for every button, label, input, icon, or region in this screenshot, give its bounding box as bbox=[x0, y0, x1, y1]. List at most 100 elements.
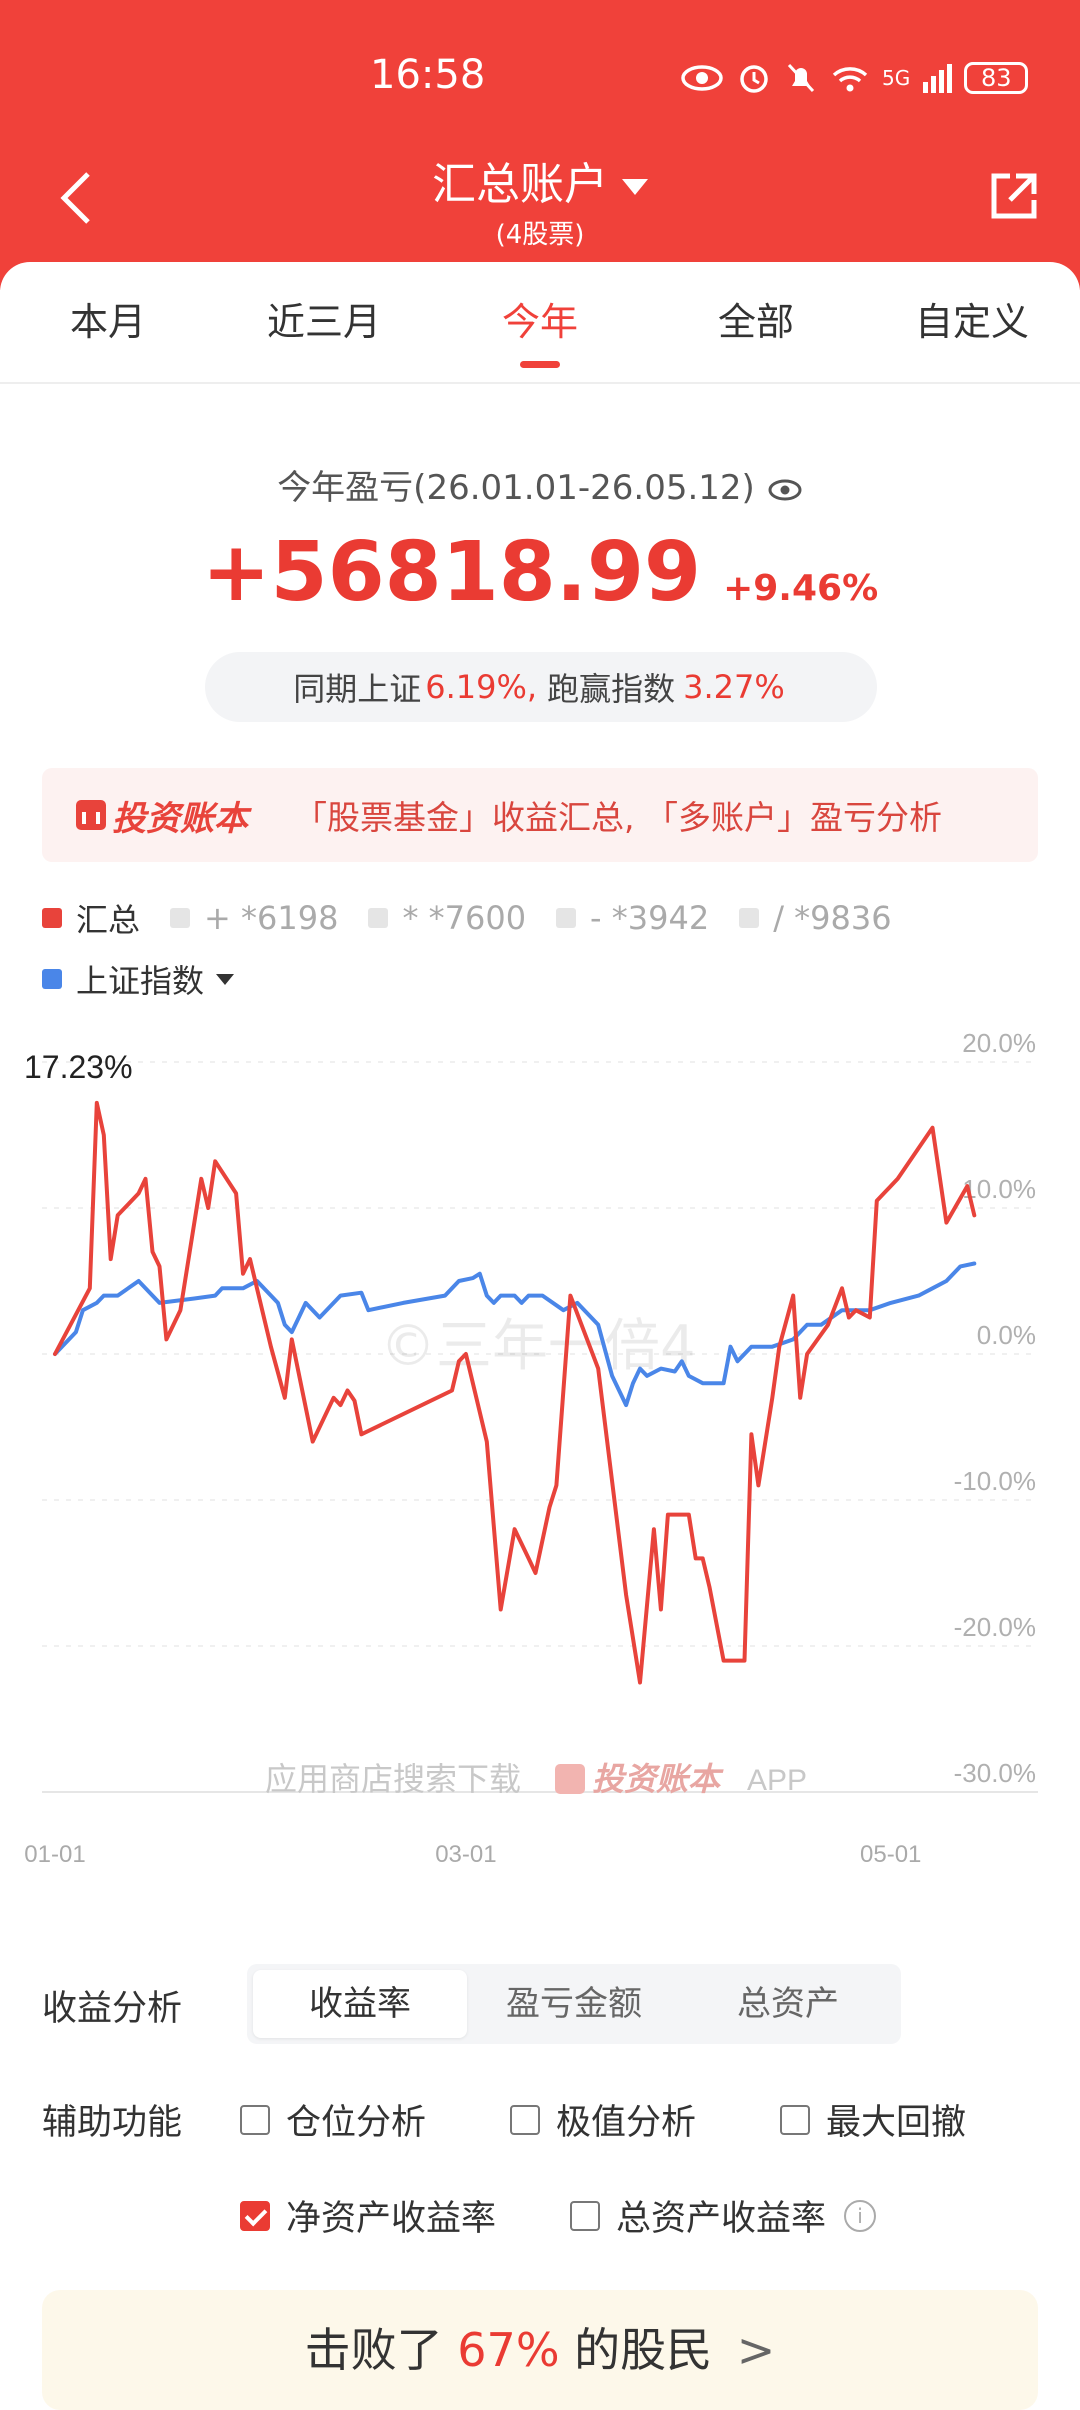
download-suffix-text: APP bbox=[747, 1764, 807, 1797]
tab-all[interactable]: 全部 bbox=[648, 262, 864, 382]
analysis-option-total-assets[interactable]: 总资产 bbox=[681, 1970, 895, 2038]
period-text: 今年盈亏(26.01.01-26.05.12) bbox=[277, 468, 755, 508]
benchmark-compare: 同期上证 6.19%, 跑赢指数 3.27% bbox=[205, 652, 877, 722]
y-tick-label: -20.0% bbox=[954, 1612, 1036, 1642]
checkbox-label: 净资产收益率 bbox=[286, 2199, 497, 2239]
checkbox-box bbox=[240, 2104, 270, 2135]
checkbox-label: 仓位分析 bbox=[286, 2103, 427, 2143]
legend-item-account-3942[interactable]: - *3942 bbox=[556, 899, 709, 937]
download-logo-icon bbox=[555, 1764, 585, 1794]
checkbox-position-analysis[interactable]: 仓位分析 bbox=[240, 2094, 426, 2145]
tab-custom[interactable]: 自定义 bbox=[864, 262, 1080, 382]
checkbox-net-asset-return[interactable]: 净资产收益率 bbox=[240, 2190, 496, 2241]
pnl-summary: +56818.99 +9.46% bbox=[0, 525, 1080, 620]
legend-label: / *9836 bbox=[773, 899, 892, 937]
legend-label: 汇总 bbox=[76, 901, 141, 939]
legend-label: * *7600 bbox=[402, 899, 527, 937]
x-tick-label: 01-01 bbox=[24, 1841, 85, 1868]
y-tick-label: -30.0% bbox=[954, 1758, 1036, 1788]
download-hint-text: 应用商店搜索下载 bbox=[265, 1760, 521, 1798]
beat-percent: 67% bbox=[457, 2323, 560, 2377]
beat-suffix: 的股民 bbox=[574, 2323, 713, 2377]
legend-swatch bbox=[368, 908, 389, 928]
excess-return: 3.27% bbox=[683, 668, 785, 706]
legend-item-account-7600[interactable]: * *7600 bbox=[368, 899, 526, 937]
tab-this-month[interactable]: 本月 bbox=[0, 262, 216, 382]
analysis-label: 收益分析 bbox=[42, 1989, 183, 2029]
checkbox-label: 极值分析 bbox=[556, 2103, 697, 2143]
promo-text: 「股票基金」收益汇总, 「多账户」盈亏分析 bbox=[294, 798, 942, 837]
promo-logo: 投资账本 bbox=[76, 791, 248, 840]
checkbox-max-drawdown[interactable]: 最大回撤 bbox=[780, 2094, 966, 2145]
checkbox-box bbox=[780, 2104, 810, 2135]
logo-icon bbox=[76, 800, 106, 830]
chevron-right-icon: > bbox=[736, 2323, 776, 2377]
aux-label: 辅助功能 bbox=[42, 2103, 183, 2143]
pnl-percent: +9.46% bbox=[723, 568, 879, 609]
legend-swatch bbox=[739, 908, 760, 928]
account-title-text: 汇总账户 bbox=[432, 159, 608, 210]
checkbox-extreme-analysis[interactable]: 极值分析 bbox=[510, 2094, 696, 2145]
status-time: 16:58 bbox=[370, 52, 486, 98]
checkbox-box-checked bbox=[240, 2200, 270, 2231]
index-return: 6.19%, bbox=[425, 668, 538, 706]
share-icon bbox=[991, 173, 1037, 219]
promo-logo-text: 投资账本 bbox=[112, 798, 248, 839]
dropdown-icon bbox=[216, 973, 235, 985]
y-tick-label: 20.0% bbox=[962, 1028, 1036, 1058]
y-tick-label: -10.0% bbox=[954, 1466, 1036, 1496]
x-tick-label: 05-01 bbox=[860, 1841, 921, 1868]
legend-item-summary[interactable]: 汇总 bbox=[42, 895, 140, 941]
watermark-text: ©三年一倍4 bbox=[380, 1314, 696, 1379]
beat-prefix: 击败了 bbox=[304, 2323, 443, 2377]
period-tabs: 本月 近三月 今年 全部 自定义 bbox=[0, 262, 1080, 384]
checkbox-box bbox=[570, 2200, 600, 2231]
network-type: 5G bbox=[882, 66, 911, 90]
battery-icon: 83 bbox=[964, 62, 1029, 94]
analysis-option-pnl-amount[interactable]: 盈亏金额 bbox=[467, 1970, 681, 2038]
promo-banner[interactable]: 投资账本 「股票基金」收益汇总, 「多账户」盈亏分析 bbox=[42, 768, 1038, 862]
legend-swatch bbox=[42, 908, 62, 928]
legend-label: - *3942 bbox=[590, 899, 710, 937]
checkbox-total-asset-return[interactable]: 总资产收益率 i bbox=[570, 2190, 877, 2241]
legend-label: + *6198 bbox=[204, 899, 339, 937]
analysis-option-return-rate[interactable]: 收益率 bbox=[253, 1970, 467, 2038]
benchmark-label: 上证指数 bbox=[76, 962, 205, 1000]
pnl-amount: +56818.99 bbox=[201, 525, 702, 620]
chart-legend: 汇总 + *6198 * *7600 - *3942 / *9836 bbox=[42, 895, 1042, 941]
series-line-summary bbox=[53, 1100, 977, 1685]
share-button[interactable] bbox=[986, 168, 1042, 224]
download-brand-text: 投资账本 bbox=[592, 1760, 724, 1798]
return-chart[interactable]: 20.0% 10.0% 0.0% -10.0% -20.0% -30.0% 01-01 03-… bbox=[0, 1010, 1080, 1910]
benchmark-selector[interactable]: 上证指数 bbox=[42, 956, 235, 1002]
eye-icon bbox=[681, 65, 723, 91]
tab-this-year[interactable]: 今年 bbox=[432, 262, 648, 382]
legend-item-account-9836[interactable]: / *9836 bbox=[739, 899, 892, 937]
account-subtitle: (4股票) bbox=[495, 220, 585, 250]
legend-swatch bbox=[170, 908, 191, 928]
account-title[interactable]: 汇总账户 bbox=[0, 148, 1080, 212]
beat-percentile-banner[interactable]: 击败了 67% 的股民 > bbox=[42, 2290, 1038, 2410]
compare-prefix: 同期上证 bbox=[293, 670, 422, 708]
legend-swatch bbox=[556, 908, 577, 928]
legend-item-account-6198[interactable]: + *6198 bbox=[170, 899, 338, 937]
eye-toggle-icon[interactable] bbox=[767, 477, 803, 503]
y-tick-label: 0.0% bbox=[977, 1320, 1036, 1350]
checkbox-label: 总资产收益率 bbox=[616, 2199, 827, 2239]
checkbox-label: 最大回撤 bbox=[826, 2103, 967, 2143]
status-bar-icons: 5G 83 bbox=[680, 58, 1029, 98]
compare-middle: 跑赢指数 bbox=[547, 670, 676, 708]
mute-bell-icon bbox=[787, 63, 815, 93]
alarm-icon bbox=[740, 65, 768, 93]
wifi-icon bbox=[832, 67, 868, 92]
analysis-segmented-control: 收益率 盈亏金额 总资产 bbox=[247, 1964, 901, 2044]
period-label: 今年盈亏(26.01.01-26.05.12) bbox=[0, 460, 1080, 509]
legend-swatch bbox=[42, 969, 62, 989]
checkbox-box bbox=[510, 2104, 540, 2135]
signal-icon bbox=[923, 64, 953, 93]
info-icon[interactable]: i bbox=[844, 2199, 877, 2232]
y-tick-label: 10.0% bbox=[962, 1174, 1036, 1204]
x-tick-label: 03-01 bbox=[435, 1841, 496, 1868]
peak-value-label: 17.23% bbox=[24, 1049, 133, 1085]
tab-last-three-months[interactable]: 近三月 bbox=[216, 262, 432, 382]
